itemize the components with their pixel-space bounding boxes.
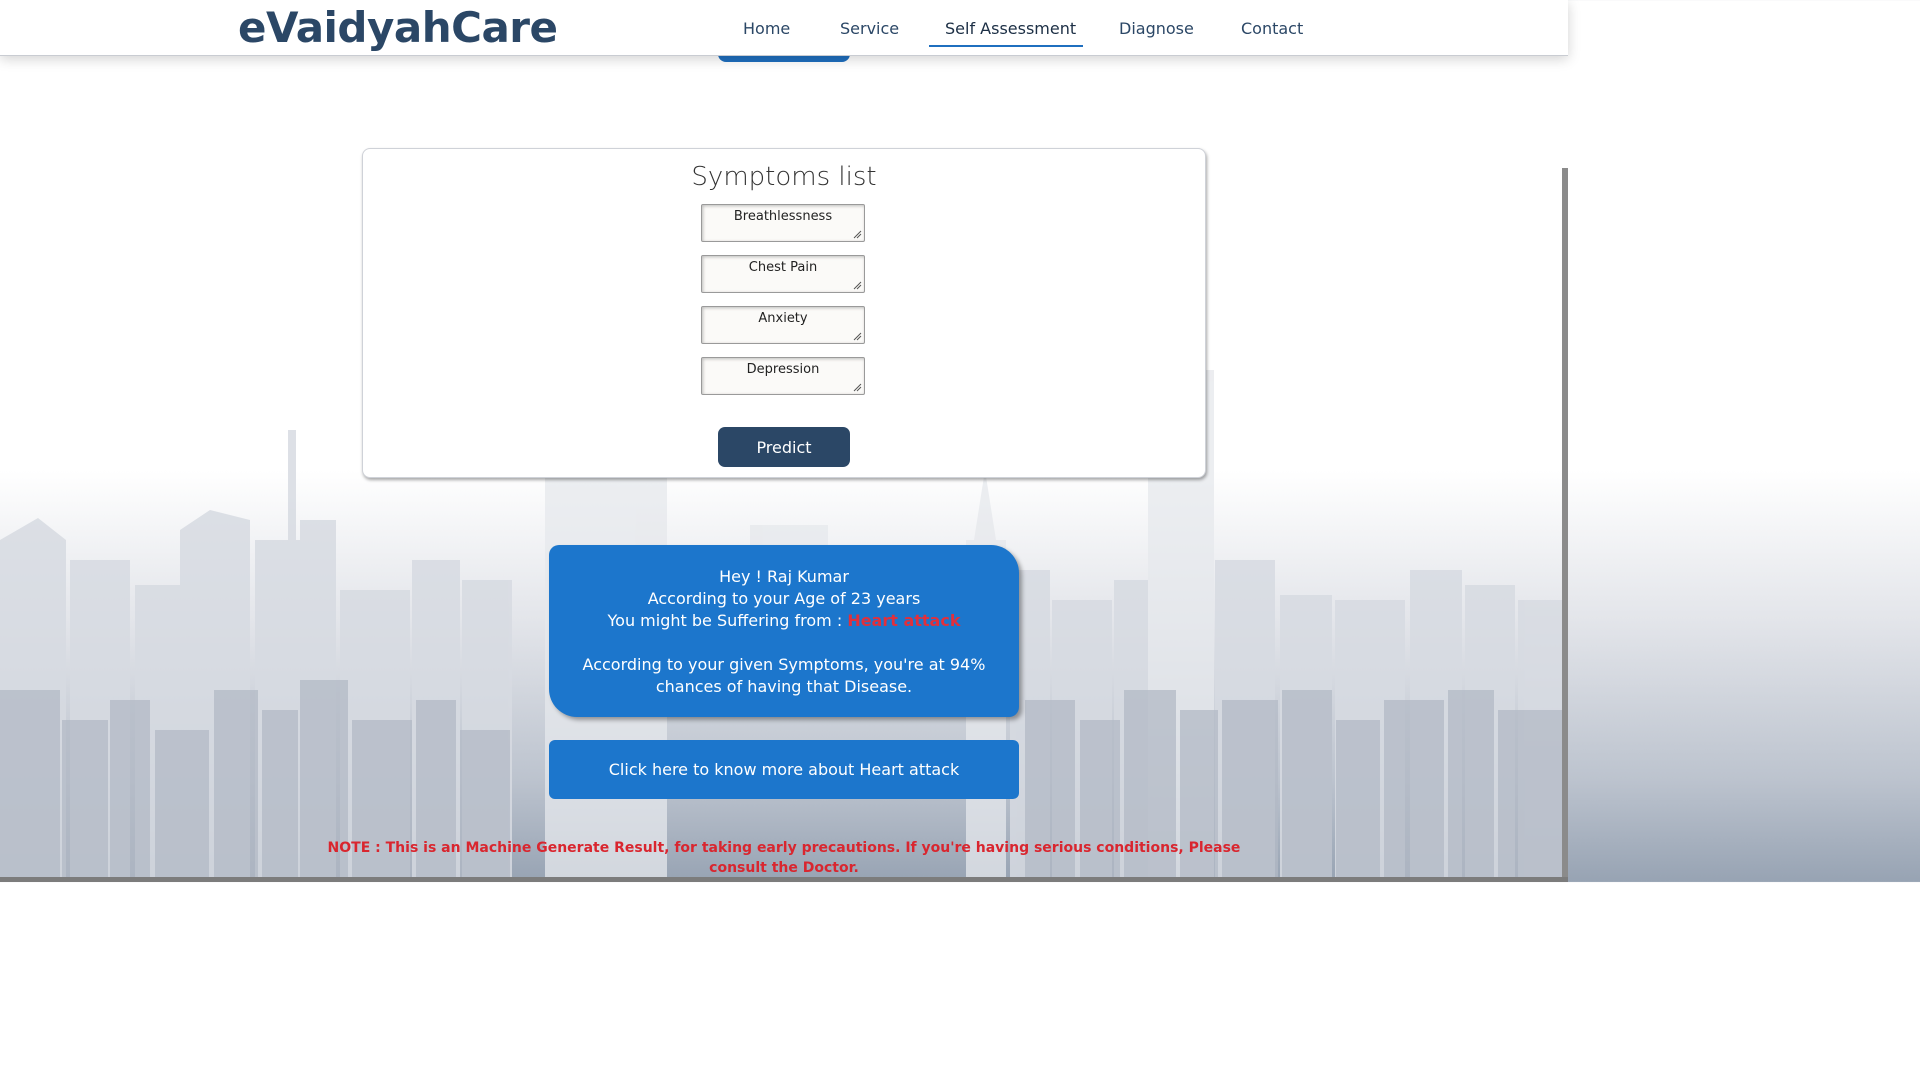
nav-contact[interactable]: Contact	[1241, 19, 1303, 38]
top-navigation-bar: eVaidyahCare Home Service Self Assessmen…	[0, 0, 1568, 56]
nav-home[interactable]: Home	[743, 19, 790, 38]
page-scrollbar[interactable]	[1562, 168, 1568, 877]
symptom-field-1-value: Breathlessness	[733, 209, 833, 224]
nav-diagnose[interactable]: Diagnose	[1119, 19, 1194, 38]
symptom-field-3[interactable]: Anxiety	[701, 306, 865, 344]
resize-grip-icon[interactable]	[853, 332, 862, 341]
site-logo[interactable]: eVaidyahCare	[238, 3, 558, 52]
resize-grip-icon[interactable]	[853, 383, 862, 392]
symptoms-card: Symptoms list Breathlessness Chest Pain …	[362, 148, 1206, 478]
nav-self-assessment[interactable]: Self Assessment	[945, 19, 1076, 38]
prediction-result-card: Hey ! Raj Kumar According to your Age of…	[549, 545, 1019, 717]
active-nav-underline	[929, 45, 1083, 47]
result-spacer	[549, 632, 1019, 654]
symptom-field-4[interactable]: Depression	[701, 357, 865, 395]
horizontal-scrollbar[interactable]	[0, 877, 1568, 882]
result-chance-line-1: According to your given Symptoms, you're…	[582, 655, 986, 674]
disclaimer-note: NOTE : This is an Machine Generate Resul…	[327, 840, 1241, 876]
symptoms-card-title: Symptoms list	[691, 162, 877, 192]
result-suffering-line: You might be Suffering from : Heart atta…	[549, 610, 1019, 632]
symptom-field-4-value: Depression	[746, 362, 820, 377]
resize-grip-icon[interactable]	[853, 230, 862, 239]
nav-service[interactable]: Service	[840, 19, 899, 38]
result-suffering-prefix: You might be Suffering from :	[607, 611, 843, 630]
symptom-field-3-value: Anxiety	[758, 311, 808, 326]
result-greeting: Hey ! Raj Kumar	[719, 567, 849, 586]
result-age-line: According to your Age of 23 years	[647, 589, 921, 608]
result-disease-name: Heart attack	[847, 611, 961, 630]
know-more-button[interactable]: Click here to know more about Heart atta…	[549, 740, 1019, 799]
symptom-field-2-value: Chest Pain	[748, 260, 818, 275]
symptom-field-1[interactable]: Breathlessness	[701, 204, 865, 242]
result-chance-line-2: chances of having that Disease.	[655, 677, 913, 696]
predict-button[interactable]: Predict	[718, 427, 850, 467]
resize-grip-icon[interactable]	[853, 281, 862, 290]
symptom-field-2[interactable]: Chest Pain	[701, 255, 865, 293]
